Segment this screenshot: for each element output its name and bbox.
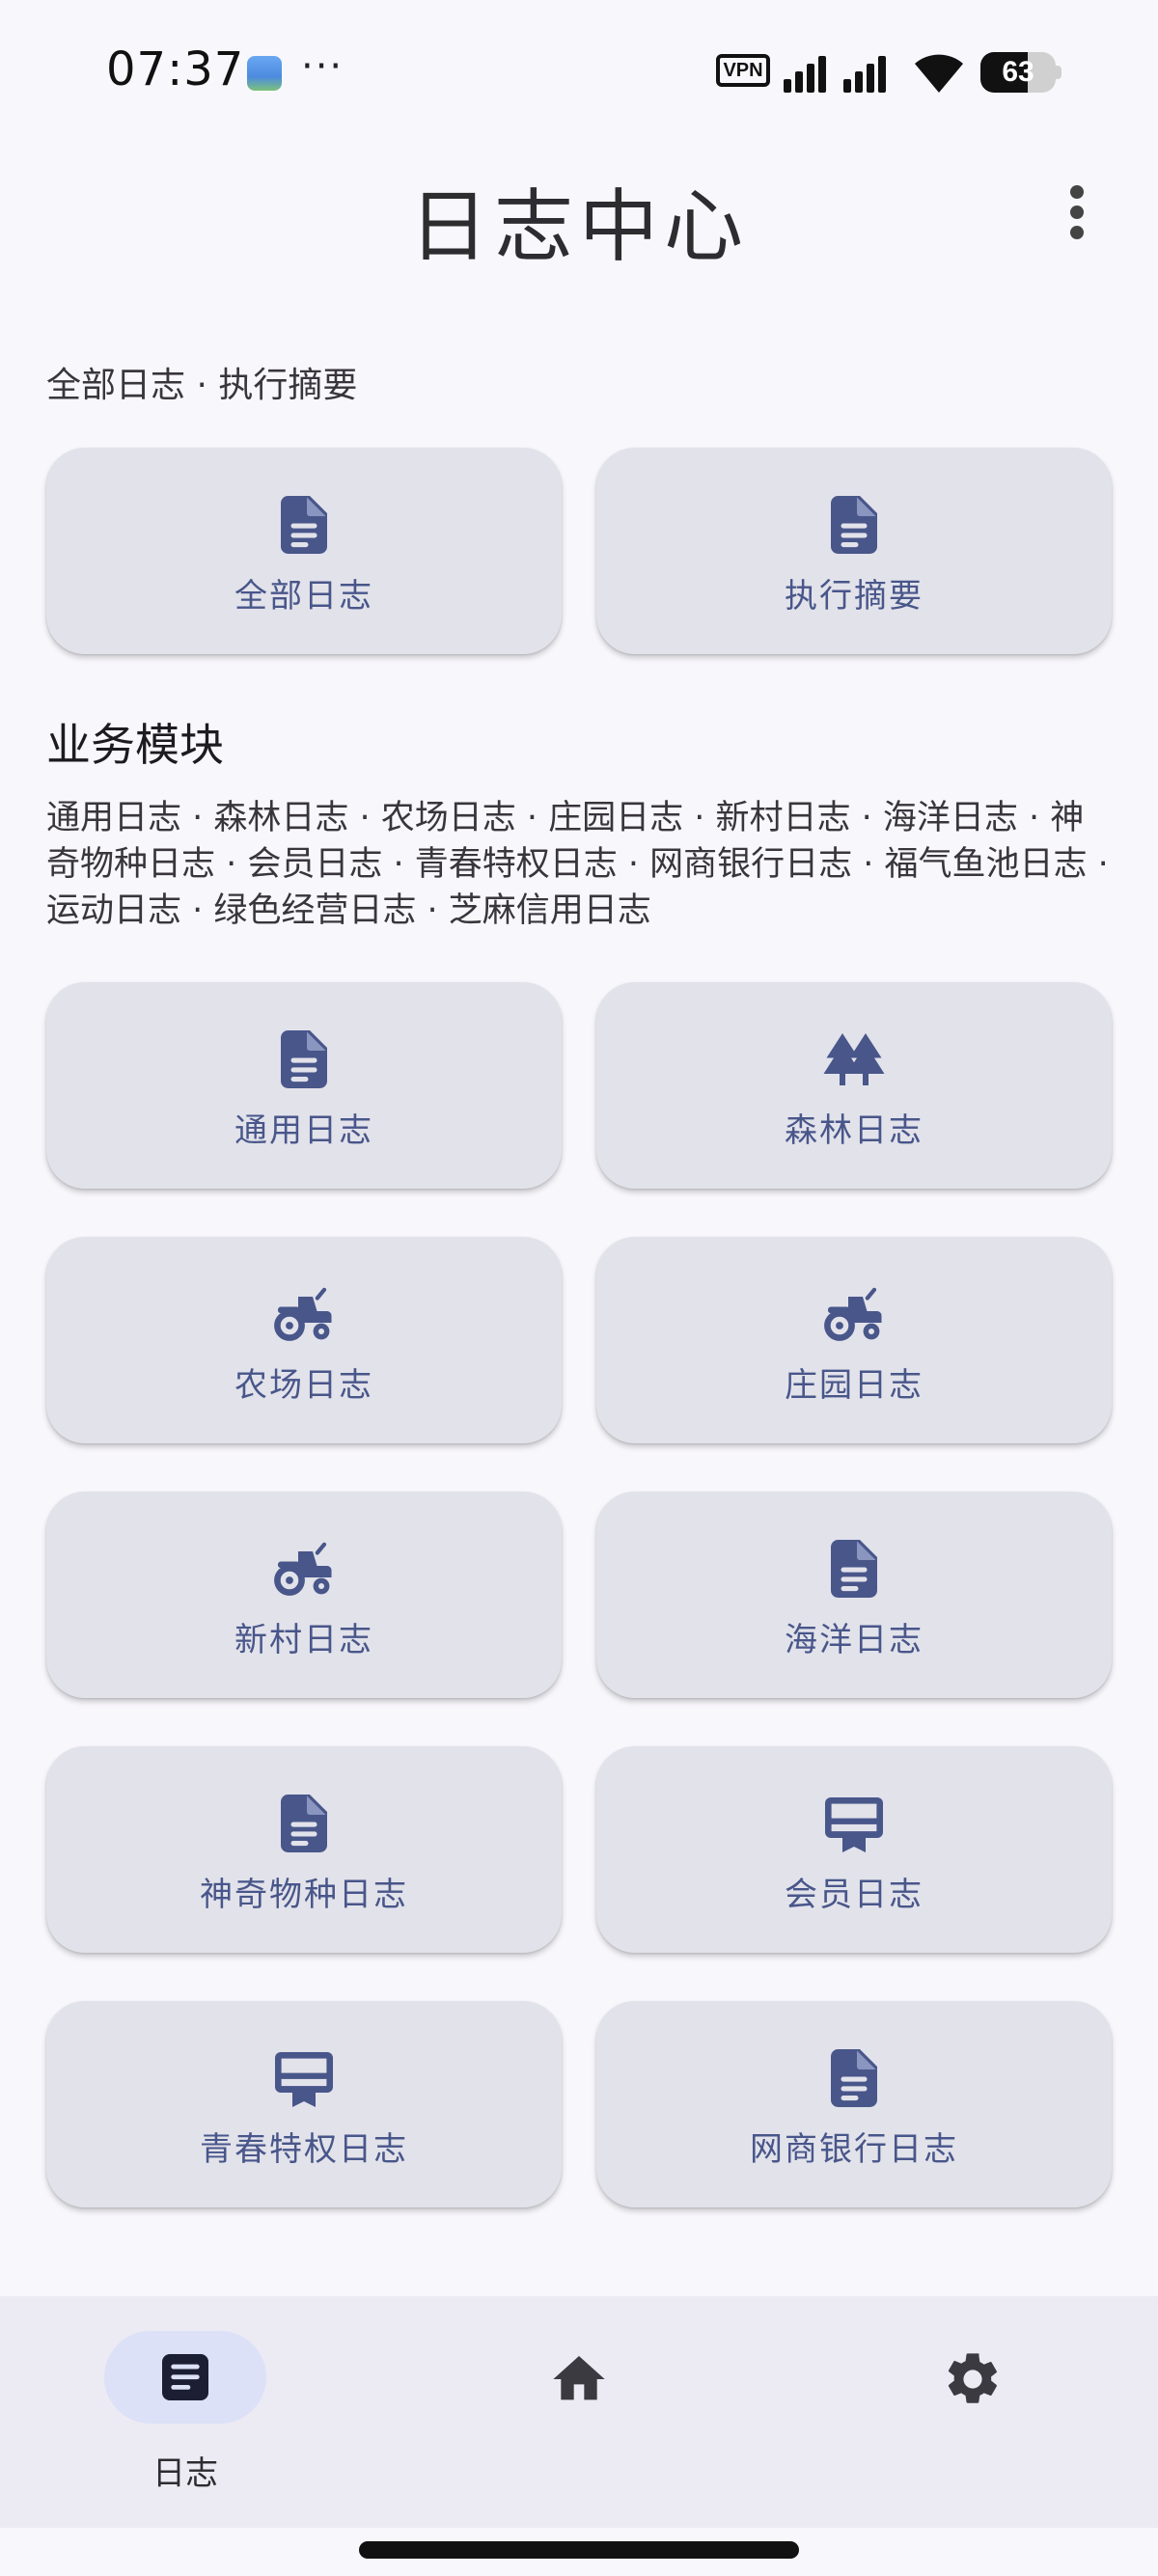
card-label: 海洋日志 [785,1620,924,1659]
card-label: 农场日志 [234,1365,373,1405]
home-icon [553,2356,605,2400]
document-icon [819,2043,889,2113]
card-ocean-log[interactable]: 海洋日志 [596,1492,1112,1698]
tractor-icon [819,1279,889,1349]
card-label: 神奇物种日志 [200,1875,408,1914]
nav-item-logs[interactable]: 日志 [96,2331,290,2495]
card-label: 青春特权日志 [200,2129,408,2169]
battery-icon: 63 [980,52,1056,93]
forest-icon [819,1025,889,1094]
card-manor-log[interactable]: 庄园日志 [596,1237,1112,1443]
section-title-modules: 业务模块 [46,719,224,771]
more-dot [1070,206,1084,219]
settings-icon [948,2353,997,2403]
card-mybank-log[interactable]: 网商银行日志 [596,2001,1112,2207]
card-label: 网商银行日志 [750,2129,958,2169]
card-species-log[interactable]: 神奇物种日志 [46,1746,562,1953]
nav-item-home[interactable] [490,2331,683,2495]
document-icon [269,490,339,560]
nav-label-logs: 日志 [152,2454,218,2493]
card-youth-privilege-log[interactable]: 青春特权日志 [46,2001,562,2207]
card-general-log[interactable]: 通用日志 [46,982,562,1189]
card-label: 森林日志 [785,1110,924,1150]
card-label: 全部日志 [234,576,373,616]
card-label: 新村日志 [234,1620,373,1659]
card-label: 执行摘要 [785,576,924,616]
document-icon [819,1534,889,1603]
card-farm-log[interactable]: 农场日志 [46,1237,562,1443]
card-new-village-log[interactable]: 新村日志 [46,1492,562,1698]
card-member-log[interactable]: 会员日志 [596,1746,1112,1953]
tractor-icon [269,1534,339,1603]
battery-percent: 63 [1002,56,1034,88]
document-icon [819,490,889,560]
card-label: 会员日志 [785,1875,924,1914]
page-title: 日志中心 [408,181,749,273]
nav-item-settings[interactable] [884,2331,1077,2495]
status-time: 07:37 [106,42,245,96]
bottom-navigation: 日志 [0,2296,1158,2528]
card-membership-icon [819,1789,889,1858]
more-dot [1070,185,1084,199]
card-label: 通用日志 [234,1110,373,1150]
module-list-text: 通用日志 · 森林日志 · 农场日志 · 庄园日志 · 新村日志 · 海洋日志 … [46,799,1109,930]
card-all-logs[interactable]: 全部日志 [46,448,562,654]
card-execution-summary[interactable]: 执行摘要 [596,448,1112,654]
document-icon [269,1025,339,1094]
summary-description: 全部日志 · 执行摘要 [46,366,358,405]
vpn-icon: VPN [716,54,770,87]
card-forest-log[interactable]: 森林日志 [596,982,1112,1189]
more-options-button[interactable] [1058,183,1096,241]
app-notification-icon [247,56,282,91]
status-bar: 07:37 ··· VPN 63 [0,0,1158,145]
more-dot [1070,226,1084,239]
tractor-icon [269,1279,339,1349]
wifi-icon [915,54,963,93]
document-icon [269,1789,339,1858]
card-membership-icon [269,2043,339,2113]
home-indicator[interactable] [359,2541,799,2559]
card-label: 庄园日志 [785,1365,924,1405]
article-icon [162,2354,208,2400]
battery-cap [1056,66,1062,79]
more-notifications-icon: ··· [301,44,345,89]
